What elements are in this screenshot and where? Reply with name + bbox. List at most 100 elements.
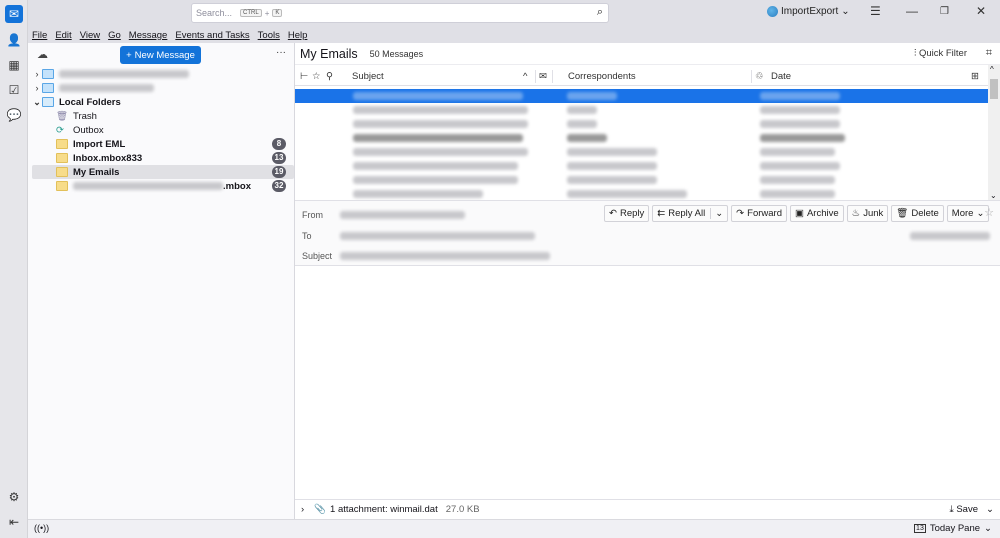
chevron-right-icon[interactable]: ›	[32, 69, 42, 79]
message-date	[910, 232, 990, 240]
more-options-icon[interactable]: ···	[276, 47, 286, 58]
junk-status-column-icon[interactable]: ♲	[755, 71, 764, 82]
search-icon[interactable]: ⌕	[597, 6, 603, 19]
chevron-down-icon[interactable]: ⌄	[986, 504, 994, 515]
folder-title: My Emails	[300, 46, 358, 61]
sort-ascending-icon[interactable]: ^	[523, 71, 527, 82]
address-book-icon[interactable]: 👤	[5, 31, 23, 49]
message-row[interactable]	[295, 145, 988, 159]
message-list-scrollbar[interactable]: ^ ⌄	[988, 65, 1000, 200]
attachment-bar: › 📎 1 attachment: winmail.dat 27.0 KB ⤓ …	[295, 499, 1000, 519]
menu-edit[interactable]: Edit	[55, 30, 71, 41]
column-separator[interactable]	[535, 70, 536, 83]
folder-inbox-mbox833[interactable]: Inbox.mbox833 13	[32, 151, 294, 165]
scroll-down-icon[interactable]: ⌄	[990, 191, 997, 200]
junk-button[interactable]: ♨ Junk	[846, 205, 889, 222]
account-menu[interactable]: ImportExport ⌄	[767, 6, 850, 17]
folder-pane: ☁ + New Message ··· › › ⌄ Local Folders …	[28, 43, 295, 519]
unread-count-badge: 19	[272, 166, 286, 178]
folder-trash[interactable]: 🗑 Trash	[32, 109, 294, 123]
mail-icon[interactable]: ✉	[5, 5, 23, 23]
folder-account-1[interactable]: ›	[32, 67, 294, 81]
folder-mbox[interactable]: .mbox 32	[32, 179, 294, 193]
list-display-options-icon[interactable]: ⌗	[986, 47, 992, 60]
new-message-button[interactable]: + New Message	[120, 46, 201, 64]
message-row[interactable]	[295, 173, 988, 187]
more-label: More	[951, 208, 974, 219]
save-button[interactable]: ⤓ Save	[950, 504, 979, 515]
app-menu-icon[interactable]: ☰	[870, 4, 881, 18]
quick-filter-button[interactable]: ⫶ Quick Filter	[914, 48, 967, 59]
menu-go[interactable]: Go	[108, 30, 121, 41]
more-button[interactable]: More ⌄	[946, 205, 990, 222]
folder-label: Import EML	[73, 138, 126, 150]
settings-icon[interactable]: ⚙	[5, 488, 23, 506]
folder-account-2[interactable]: ›	[32, 81, 294, 95]
star-column-icon[interactable]: ☆	[312, 71, 321, 82]
restore-icon[interactable]: ❐	[940, 6, 949, 17]
filter-icon: ⫶	[913, 48, 917, 59]
attachment-summary[interactable]: 1 attachment: winmail.dat	[330, 504, 438, 515]
calendar-date-icon: 13	[914, 524, 926, 533]
menu-view[interactable]: View	[80, 30, 100, 41]
menu-tools[interactable]: Tools	[258, 30, 280, 41]
folder-outbox[interactable]: ⟳ Outbox	[32, 123, 294, 137]
chevron-down-icon[interactable]: ⌄	[32, 97, 42, 108]
scrollbar-thumb[interactable]	[990, 79, 998, 99]
account-name: ImportExport	[781, 6, 839, 17]
menu-message[interactable]: Message	[129, 30, 168, 41]
chat-icon[interactable]: 💬	[5, 106, 23, 124]
folder-icon	[56, 153, 68, 163]
today-pane-toggle[interactable]: 13 Today Pane ⌄	[914, 523, 992, 534]
scroll-up-icon[interactable]: ^	[990, 65, 994, 74]
column-picker-icon[interactable]: ⊞	[971, 71, 979, 82]
star-icon[interactable]: ☆	[984, 206, 994, 219]
reply-button[interactable]: ↶ Reply	[604, 205, 650, 222]
from-value[interactable]	[340, 211, 465, 219]
close-icon[interactable]: ✕	[976, 4, 986, 18]
outbox-icon: ⟳	[56, 124, 64, 136]
minimize-icon[interactable]: —	[906, 4, 918, 18]
calendar-icon[interactable]: ▦	[5, 56, 23, 74]
delete-button[interactable]: 🗑 Delete	[891, 205, 944, 222]
chevron-right-icon[interactable]: ›	[32, 83, 42, 93]
junk-icon: ♨	[851, 208, 861, 219]
column-date[interactable]: Date	[771, 71, 791, 82]
folder-my-emails[interactable]: My Emails 19	[32, 165, 294, 179]
chevron-right-icon[interactable]: ›	[301, 504, 304, 515]
message-row[interactable]	[295, 89, 988, 103]
main-pane: My Emails 50 Messages ⫶ Quick Filter ⌗ ⊢…	[295, 43, 1000, 519]
folder-import-eml[interactable]: Import EML 8	[32, 137, 294, 151]
column-separator[interactable]	[552, 70, 553, 83]
read-status-column-icon[interactable]: ✉	[539, 71, 547, 82]
message-row[interactable]	[295, 103, 988, 117]
folder-icon	[56, 139, 68, 149]
archive-button[interactable]: ▣ Archive	[789, 205, 844, 222]
to-value[interactable]	[340, 232, 535, 240]
account-name-redacted	[59, 84, 154, 92]
folder-local-folders[interactable]: ⌄ Local Folders	[32, 95, 294, 109]
chevron-down-icon[interactable]: ⌄	[710, 208, 723, 219]
spaces-toolbar: ✉ 👤 ▦ ☑ 💬 ⚙ ⇤	[0, 0, 28, 538]
column-correspondents[interactable]: Correspondents	[568, 71, 636, 82]
collapse-spaces-icon[interactable]: ⇤	[5, 513, 23, 531]
menu-help[interactable]: Help	[288, 30, 308, 41]
message-row[interactable]	[295, 117, 988, 131]
column-separator[interactable]	[751, 70, 752, 83]
paperclip-icon: 📎	[314, 504, 327, 515]
column-subject[interactable]: Subject	[352, 71, 384, 82]
tasks-icon[interactable]: ☑	[5, 81, 23, 99]
sync-icon[interactable]: ☁	[37, 48, 48, 61]
message-row[interactable]	[295, 159, 988, 173]
search-input[interactable]: Search... CTRL + K ⌕	[191, 3, 609, 23]
menu-events-tasks[interactable]: Events and Tasks	[175, 30, 249, 41]
forward-button[interactable]: ↷ Forward	[731, 205, 787, 222]
account-name-redacted	[59, 70, 189, 78]
message-row[interactable]	[295, 131, 988, 145]
attachment-column-icon[interactable]: ⚲	[326, 71, 333, 82]
connection-status-icon[interactable]: ((•))	[34, 523, 49, 533]
thread-column-icon[interactable]: ⊢	[300, 71, 308, 82]
message-row[interactable]	[295, 187, 988, 201]
reply-all-button[interactable]: ⇇ Reply All ⌄	[652, 205, 729, 222]
menu-file[interactable]: File	[32, 30, 47, 41]
